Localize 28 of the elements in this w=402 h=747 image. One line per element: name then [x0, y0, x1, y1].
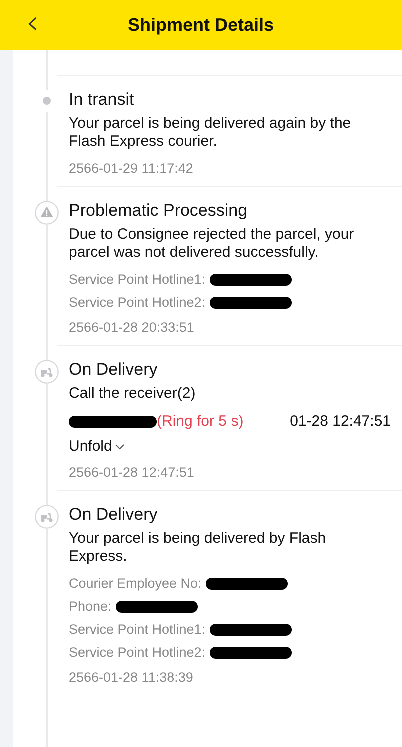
call-status: (Ring for 5 s) [157, 413, 244, 430]
detail-label: Service Point Hotline1: [69, 622, 206, 637]
event-description: Due to Consignee rejected the parcel, your parcel was not delivered successfully. [69, 226, 356, 262]
page-title: Shipment Details [128, 14, 274, 36]
event-time: 2566-01-28 20:33:51 [69, 320, 196, 335]
detail-label: Service Point Hotline2: [69, 295, 206, 310]
call-time: 01-28 12:47:51 [290, 413, 391, 430]
warning-icon [35, 201, 59, 225]
event-title: On Delivery [69, 505, 159, 525]
event-description: Your parcel is being delivered again by the Flash Express courier. [69, 115, 352, 151]
event-time: 2566-01-28 12:47:51 [69, 465, 196, 480]
detail-label: Phone: [69, 599, 112, 614]
scooter-icon [35, 360, 59, 384]
chevron-down-icon [115, 444, 126, 450]
event-description: Your parcel is being delivered by Flash Express. [69, 530, 328, 566]
event-time: 2566-01-28 11:38:39 [69, 670, 194, 685]
unfold-button[interactable]: Unfold [69, 438, 126, 455]
event-title: Problematic Processing [69, 201, 249, 221]
detail-label: Service Point Hotline2: [69, 645, 206, 660]
detail-label: Courier Employee No: [69, 576, 202, 591]
event-title: In transit [69, 90, 136, 110]
scooter-icon [35, 505, 59, 529]
event-description: Call the receiver(2) [69, 385, 197, 403]
back-button[interactable]: ‹ [20, 5, 46, 41]
event-time: 2566-01-29 11:17:42 [69, 161, 194, 176]
dot-icon [43, 97, 51, 105]
event-title: On Delivery [69, 360, 159, 380]
detail-label: Service Point Hotline1: [69, 272, 206, 287]
